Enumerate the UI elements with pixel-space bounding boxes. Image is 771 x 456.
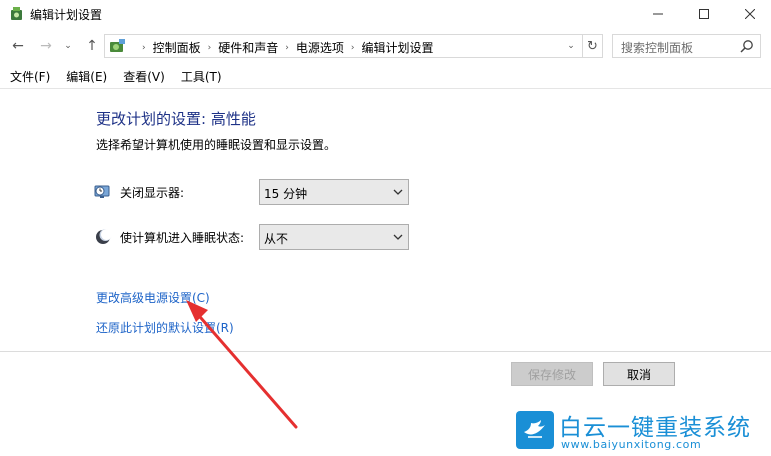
monitor-clock-icon	[94, 185, 110, 198]
page-title: 更改计划的设置: 高性能	[96, 110, 256, 128]
page-description: 选择希望计算机使用的睡眠设置和显示设置。	[96, 138, 337, 152]
arrow-up-icon: ↑	[86, 38, 98, 54]
forward-button[interactable]: →	[38, 38, 54, 54]
breadcrumb: › 控制面板 › 硬件和声音 › 电源选项 › 编辑计划设置	[135, 39, 434, 56]
recent-locations-button[interactable]: ⌄	[63, 38, 73, 54]
display-off-label: 关闭显示器:	[120, 186, 185, 200]
arrow-right-icon: →	[40, 38, 52, 54]
refresh-button[interactable]: ↻	[582, 35, 602, 57]
close-icon	[745, 9, 755, 19]
chevron-down-icon	[393, 189, 403, 195]
bird-logo-icon	[516, 411, 554, 449]
minimize-icon	[653, 13, 663, 15]
refresh-icon: ↻	[587, 38, 598, 54]
control-panel-icon	[110, 39, 125, 52]
search-placeholder: 搜索控制面板	[621, 41, 694, 55]
maximize-button[interactable]	[681, 0, 727, 28]
breadcrumb-hardware-sound[interactable]: 硬件和声音	[218, 39, 278, 56]
maximize-icon	[699, 9, 709, 19]
power-options-icon	[11, 7, 22, 20]
sleep-select[interactable]: 从不	[259, 224, 409, 250]
footer-divider	[0, 351, 771, 352]
menu-tools[interactable]: 工具(T)	[171, 66, 228, 86]
menu-file[interactable]: 文件(F)	[0, 66, 56, 86]
back-button[interactable]: ←	[10, 38, 26, 54]
title-bar: 编辑计划设置	[0, 0, 771, 28]
chevron-down-icon	[393, 234, 403, 240]
display-off-value: 15 分钟	[264, 187, 308, 201]
menu-bar: 文件(F) 编辑(E) 查看(V) 工具(T)	[0, 66, 771, 86]
address-bar[interactable]: › 控制面板 › 硬件和声音 › 电源选项 › 编辑计划设置 ⌄ ↻	[104, 34, 603, 58]
navigation-bar: ← → ⌄ ↑ › 控制面板 › 硬件和声音 › 电源选项 › 编辑计划设置 ⌄…	[0, 30, 771, 62]
sleep-value: 从不	[264, 232, 289, 246]
watermark-title: 白云一键重装系统	[559, 415, 751, 441]
menu-edit[interactable]: 编辑(E)	[56, 66, 113, 86]
chevron-down-icon: ⌄	[567, 41, 575, 51]
moon-sleep-icon	[96, 229, 112, 244]
breadcrumb-separator[interactable]: ›	[285, 43, 289, 53]
setting-row-sleep: 使计算机进入睡眠状态: 从不	[94, 224, 414, 250]
menu-view[interactable]: 查看(V)	[113, 66, 171, 86]
cancel-button[interactable]: 取消	[603, 362, 675, 386]
window-title: 编辑计划设置	[30, 8, 103, 22]
breadcrumb-control-panel[interactable]: 控制面板	[153, 39, 201, 56]
watermark-url: www.baiyunxitong.com	[561, 438, 702, 451]
search-icon	[740, 40, 753, 53]
arrow-left-icon: ←	[12, 38, 24, 54]
breadcrumb-edit-plan[interactable]: 编辑计划设置	[361, 39, 433, 56]
breadcrumb-separator: ›	[142, 42, 146, 53]
chevron-down-icon: ⌄	[64, 41, 72, 51]
save-changes-button[interactable]: 保存修改	[511, 362, 593, 386]
breadcrumb-separator[interactable]: ›	[351, 43, 355, 53]
close-button[interactable]	[727, 0, 771, 28]
breadcrumb-power-options[interactable]: 电源选项	[296, 39, 344, 56]
display-off-select[interactable]: 15 分钟	[259, 179, 409, 205]
sleep-label: 使计算机进入睡眠状态:	[120, 231, 245, 245]
address-dropdown-button[interactable]: ⌄	[561, 35, 581, 57]
annotation-arrow-icon	[186, 300, 298, 429]
setting-row-display-off: 关闭显示器: 15 分钟	[94, 179, 414, 205]
up-button[interactable]: ↑	[84, 38, 100, 54]
watermark: 白云一键重装系统 www.baiyunxitong.com	[515, 410, 771, 456]
search-input[interactable]: 搜索控制面板	[612, 34, 761, 58]
breadcrumb-separator[interactable]: ›	[208, 43, 212, 53]
minimize-button[interactable]	[635, 0, 681, 28]
menu-divider	[0, 88, 771, 89]
